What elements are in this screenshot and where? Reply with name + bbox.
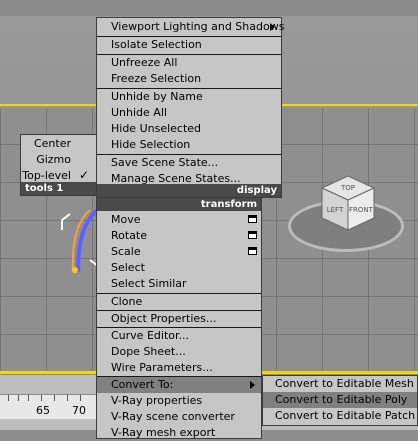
display-header: display	[97, 184, 281, 197]
menu-item-vray-mesh-export[interactable]: V-Ray mesh export	[97, 425, 261, 441]
menu-item-unhide-all[interactable]: Unhide All	[97, 105, 281, 121]
submenu-arrow-icon	[250, 381, 255, 389]
menu-item-hide-selection[interactable]: Hide Selection	[97, 137, 281, 153]
settings-box-icon[interactable]	[248, 215, 257, 223]
menu-item-unhide-by-name[interactable]: Unhide by Name	[97, 89, 281, 105]
menu-item-move[interactable]: Move	[97, 212, 261, 228]
transform-header: transform	[97, 198, 261, 211]
menu-item-unfreeze-all[interactable]: Unfreeze All	[97, 55, 281, 71]
menu-item-select[interactable]: Select	[97, 260, 261, 276]
viewcube-front-label: FRONT	[349, 206, 374, 214]
timeline-tick	[41, 395, 42, 401]
menu-item-label: Scale	[111, 245, 141, 258]
viewcube-left-label: LEFT	[327, 206, 344, 214]
menu-item-save-scene-state[interactable]: Save Scene State...	[97, 155, 281, 171]
tools1-header-label: tools 1	[25, 183, 64, 194]
menu-item-label: Viewport Lighting and Shadows	[111, 20, 285, 33]
menu-item-convert-to[interactable]: Convert To:	[97, 377, 261, 393]
timeline-tick	[28, 395, 29, 401]
display-quad-menu: Viewport Lighting and Shadows Isolate Se…	[96, 17, 285, 198]
timeline-tick	[8, 395, 9, 401]
menu-item-label: Convert To:	[111, 378, 174, 391]
timeline-label-65: 65	[36, 404, 50, 417]
tools1-header: tools 1	[21, 182, 97, 195]
timeline-label-70: 70	[72, 404, 86, 417]
menu-item-label: Move	[111, 213, 141, 226]
menu-item-center[interactable]: Center	[34, 136, 71, 152]
menu-item-hide-unselected[interactable]: Hide Unselected	[97, 121, 281, 137]
menu-item-object-properties[interactable]: Object Properties...	[97, 311, 261, 327]
menu-item-wire-parameters[interactable]: Wire Parameters...	[97, 360, 261, 376]
menu-item-clone[interactable]: Clone	[97, 294, 261, 310]
submenu-arrow-icon	[270, 23, 275, 31]
menu-item-gizmo[interactable]: Gizmo	[36, 152, 71, 168]
settings-box-icon[interactable]	[248, 231, 257, 239]
transform-header-label: transform	[200, 199, 257, 210]
menu-item-isolate-selection[interactable]: Isolate Selection	[97, 37, 281, 53]
timeline-tick	[67, 395, 68, 401]
menu-item-select-similar[interactable]: Select Similar	[97, 276, 261, 292]
timeline-tick	[18, 395, 19, 401]
menu-item-freeze-selection[interactable]: Freeze Selection	[97, 71, 281, 87]
menu-item-scale[interactable]: Scale	[97, 244, 261, 260]
tools1-quad-menu: Center Gizmo Top-level ✓ tools 1	[20, 134, 98, 196]
menu-item-convert-to-editable-patch[interactable]: Convert to Editable Patch	[263, 408, 417, 424]
menu-item-dope-sheet[interactable]: Dope Sheet...	[97, 344, 261, 360]
checkmark-icon: ✓	[78, 168, 89, 182]
menu-item-convert-to-editable-mesh[interactable]: Convert to Editable Mesh	[263, 376, 417, 392]
menu-item-convert-to-editable-poly[interactable]: Convert to Editable Poly	[263, 392, 417, 408]
menu-item-rotate[interactable]: Rotate	[97, 228, 261, 244]
viewport-header-strip	[0, 0, 418, 16]
convert-to-submenu: Convert to Editable Mesh Convert to Edit…	[262, 375, 418, 426]
settings-box-icon[interactable]	[248, 247, 257, 255]
menu-item-label: Rotate	[111, 229, 148, 242]
menu-item-vray-properties[interactable]: V-Ray properties	[97, 393, 261, 409]
display-header-label: display	[236, 185, 277, 196]
menu-item-viewport-lighting-and-shadows[interactable]: Viewport Lighting and Shadows	[97, 19, 285, 35]
menu-item-curve-editor[interactable]: Curve Editor...	[97, 328, 261, 344]
menu-item-vray-scene-converter[interactable]: V-Ray scene converter	[97, 409, 261, 425]
timeline-tick	[80, 395, 81, 401]
transform-quad-menu: transform Move Rotate Scale Select Selec…	[96, 197, 262, 439]
viewcube-top-label: TOP	[340, 184, 355, 192]
timeline-tick	[54, 395, 55, 401]
viewcube[interactable]: TOP LEFT FRONT	[314, 174, 378, 232]
